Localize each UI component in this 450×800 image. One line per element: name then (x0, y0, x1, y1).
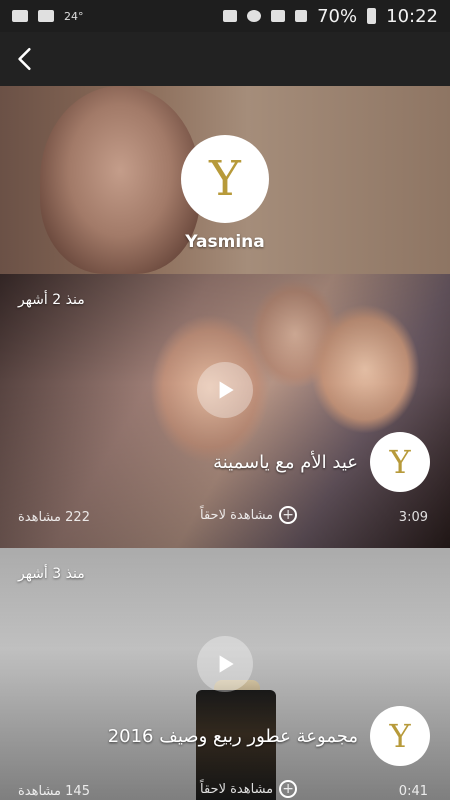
video-title[interactable]: مجموعة عطور ربيع وصيف 2016 (108, 726, 358, 747)
wifi-icon (271, 10, 286, 22)
channel-avatar[interactable]: Y (370, 432, 430, 492)
watch-later-label: مشاهدة لاحقاً (200, 507, 274, 523)
temperature: 24° (64, 9, 84, 23)
alarm-icon (247, 10, 262, 22)
app-bar (0, 32, 450, 86)
play-button[interactable] (197, 636, 253, 692)
mail-icon (12, 10, 28, 22)
video-duration: 3:09 (398, 510, 428, 525)
mute-icon (223, 10, 238, 22)
play-icon (219, 655, 234, 673)
view-count: 145 مشاهدة (18, 784, 90, 799)
back-button[interactable] (8, 40, 42, 78)
video-title[interactable]: عيد الأم مع ياسمينة (213, 452, 358, 473)
battery-percent: 70% (317, 5, 358, 27)
plus-icon: + (279, 506, 298, 524)
profile-avatar[interactable]: Y (181, 135, 269, 223)
video-time-ago: منذ 2 أشهر (18, 292, 85, 308)
arrow-left-icon (18, 47, 31, 71)
watch-later-label: مشاهدة لاحقاً (200, 781, 274, 797)
play-button[interactable] (197, 362, 253, 418)
video-time-ago: منذ 3 أشهر (18, 566, 85, 582)
video-card[interactable]: منذ 3 أشهر Y مجموعة عطور ربيع وصيف 2016 … (0, 548, 450, 800)
play-icon (219, 381, 234, 399)
view-count: 222 مشاهدة (18, 510, 90, 525)
video-meta: 145 مشاهدة + مشاهدة لاحقاً 0:41 (0, 778, 450, 800)
image-icon (38, 10, 54, 22)
plus-icon: + (279, 780, 298, 798)
battery-icon (367, 8, 377, 24)
status-bar: 24° 70% 10:22 (0, 0, 450, 32)
video-card[interactable]: منذ 2 أشهر Y عيد الأم مع ياسمينة 222 مشا… (0, 274, 450, 548)
watch-later-button[interactable]: + مشاهدة لاحقاً (200, 780, 298, 798)
watch-later-button[interactable]: + مشاهدة لاحقاً (200, 506, 298, 524)
video-meta: 222 مشاهدة + مشاهدة لاحقاً 3:09 (0, 504, 450, 532)
signal-icon (295, 10, 308, 22)
clock: 10:22 (386, 5, 438, 27)
channel-avatar[interactable]: Y (370, 706, 430, 766)
profile-name: Yasmina (185, 232, 265, 252)
video-duration: 0:41 (398, 784, 428, 799)
